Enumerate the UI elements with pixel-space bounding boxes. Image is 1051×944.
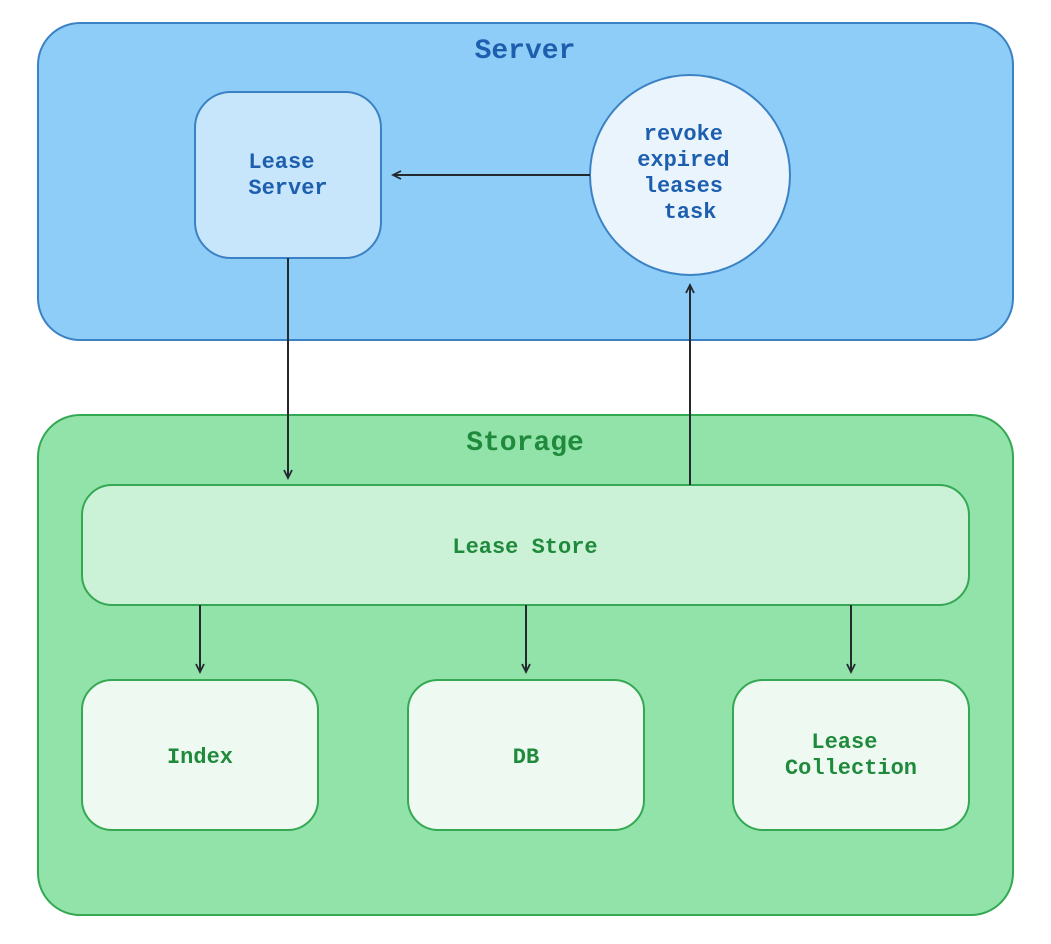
index-node: Index	[82, 680, 318, 830]
lease-store-label: Lease Store	[452, 535, 597, 560]
revoke-task-label-l4: task	[664, 200, 717, 225]
lease-collection-label-l1: Lease	[811, 730, 877, 755]
server-group: Server Lease Server revoke expired lease…	[38, 23, 1013, 340]
architecture-diagram: Server Lease Server revoke expired lease…	[0, 0, 1051, 944]
revoke-task-node: revoke expired leases task	[590, 75, 790, 275]
revoke-task-label-l3: leases	[644, 174, 723, 199]
lease-collection-node: Lease Collection	[733, 680, 969, 830]
lease-server-node: Lease Server	[195, 92, 381, 258]
lease-server-label-l2: Server	[248, 176, 327, 201]
lease-server-label-l1: Lease	[248, 150, 314, 175]
svg-text:Lease Server: Lease Server	[248, 150, 327, 201]
db-node: DB	[408, 680, 644, 830]
index-label: Index	[167, 745, 233, 770]
lease-store-node: Lease Store	[82, 485, 969, 605]
storage-group-title: Storage	[466, 428, 584, 459]
revoke-task-label-l2: expired	[637, 148, 729, 173]
lease-collection-label-l2: Collection	[785, 756, 917, 781]
server-group-title: Server	[475, 36, 576, 67]
revoke-task-label-l1: revoke	[644, 122, 723, 147]
db-label: DB	[513, 745, 539, 770]
